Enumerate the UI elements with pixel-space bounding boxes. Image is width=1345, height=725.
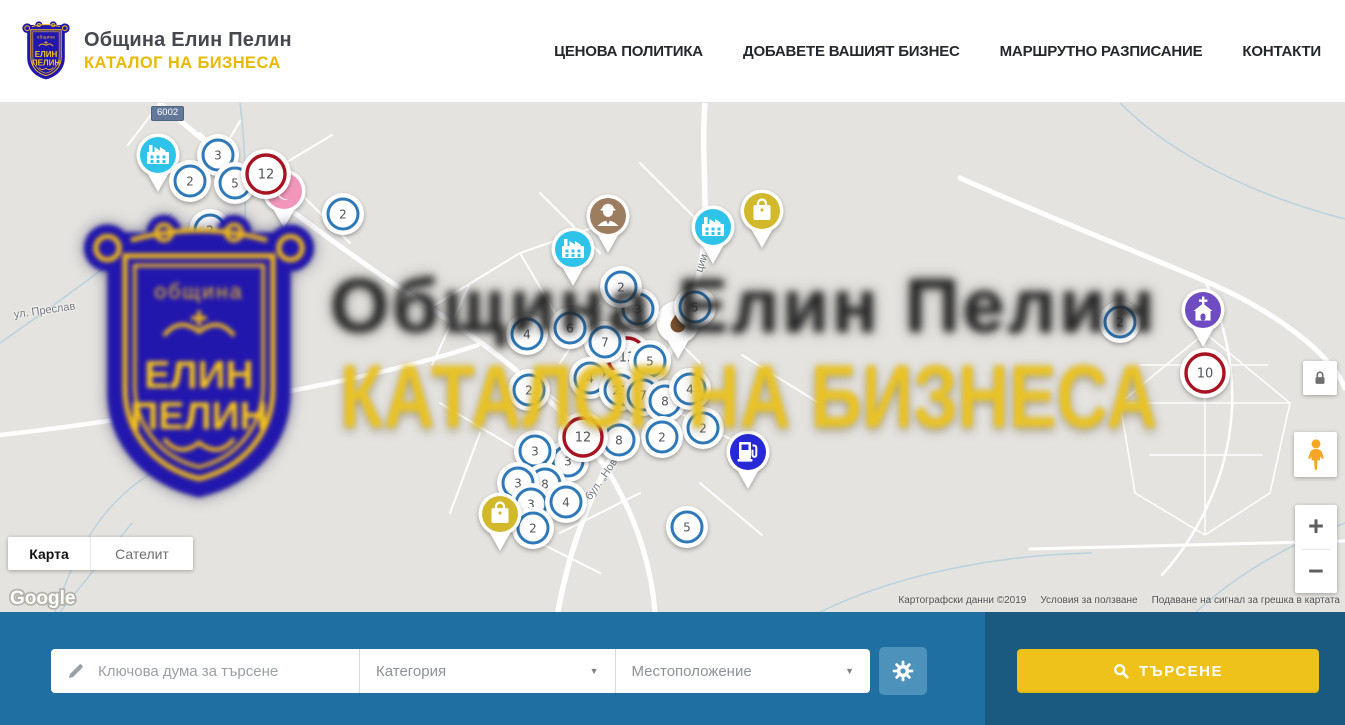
svg-text:ПЕЛИН: ПЕЛИН [32,58,60,67]
svg-text:4: 4 [562,495,570,509]
zoom-in-button[interactable]: + [1295,505,1337,549]
svg-text:5: 5 [231,176,239,190]
map-terms-link[interactable]: Условия за ползване [1040,595,1137,606]
site-logo[interactable]: община ЕЛИН ПЕЛИН Община Елин Пелин КАТА… [22,21,292,81]
map-pin-bag[interactable] [738,189,786,251]
map-pin-bag[interactable] [476,492,524,554]
location-select[interactable]: Местоположение ▼ [616,649,871,693]
chevron-down-icon: ▼ [845,666,854,676]
svg-text:12: 12 [258,167,275,182]
svg-text:5: 5 [683,520,691,534]
brand-subtitle: КАТАЛОГ НА БИЗНЕСА [84,54,292,73]
svg-text:8: 8 [615,433,623,447]
map-pin-factory[interactable] [549,227,597,289]
map-pin-factory[interactable] [689,205,737,267]
svg-text:6: 6 [566,321,574,335]
map-cluster-marker[interactable]: 2 [168,159,212,203]
main-nav: ЦЕНОВА ПОЛИТИКА ДОБАВЕТЕ ВАШИЯТ БИЗНЕС МАР… [514,43,1321,60]
svg-text:2: 2 [186,174,194,188]
svg-text:2: 2 [699,421,707,435]
map-cluster-marker[interactable]: 2 [681,406,725,450]
map-cluster-marker[interactable]: 4 [668,367,712,411]
map-cluster-marker[interactable]: 2 [321,192,365,236]
map-copyright: Картографски данни ©2019 [898,595,1026,606]
map-cluster-marker[interactable]: 5 [665,505,709,549]
svg-text:2: 2 [617,280,625,294]
map-pin-church[interactable] [1179,288,1227,350]
nav-item[interactable]: ЦЕНОВА ПОЛИТИКА [554,43,703,60]
brand-title: Община Елин Пелин [84,29,292,52]
svg-text:10: 10 [1197,366,1214,381]
svg-text:5: 5 [646,354,654,368]
nav-item[interactable]: МАРШРУТНО РАЗПИСАНИЕ [1000,43,1203,60]
map-cluster-marker[interactable]: 2 [640,415,684,459]
svg-text:3: 3 [531,444,539,458]
pegman-icon [1303,438,1329,472]
business-catalog-page: община ЕЛИН ПЕЛИН Община Елин Пелин КАТА… [0,0,1345,725]
map-cluster-marker[interactable]: 10 [1178,346,1232,400]
svg-text:4: 4 [686,382,694,396]
category-select-value: Категория [376,663,446,680]
keyword-input[interactable] [96,662,359,681]
map-type-map-button[interactable]: Карта [8,537,91,570]
svg-text:2: 2 [529,521,537,535]
svg-text:ЕЛИН: ЕЛИН [35,50,58,59]
municipality-crest-icon: община ЕЛИН ПЕЛИН [22,21,70,81]
svg-text:2: 2 [1116,315,1124,329]
search-button-label: ТЪРСЕНЕ [1139,663,1223,680]
street-view-pegman-button[interactable] [1294,432,1337,477]
map-type-satellite-button[interactable]: Сателит [91,537,193,570]
chevron-down-icon: ▼ [590,666,599,676]
map-cluster-marker[interactable]: 12 [239,147,293,201]
map-cluster-marker[interactable]: 4 [505,312,549,356]
category-select[interactable]: Категория ▼ [360,649,615,693]
map-cluster-marker[interactable]: 2 [1098,300,1142,344]
map-attribution: Картографски данни ©2019 Условия за ползв… [898,595,1340,606]
location-select-value: Местоположение [632,663,752,680]
road-number-badge: 6002 [151,106,184,121]
site-header: община ЕЛИН ПЕЛИН Община Елин Пелин КАТА… [0,0,1345,103]
svg-text:4: 4 [523,327,531,341]
brand-text: Община Елин Пелин КАТАЛОГ НА БИЗНЕСА [84,29,292,73]
svg-text:4: 4 [586,371,594,385]
svg-text:5: 5 [691,300,699,314]
map-cluster-marker[interactable]: 2 [599,265,643,309]
map-pin-fuel[interactable] [724,430,772,492]
svg-text:2: 2 [206,223,214,237]
svg-text:2: 2 [339,207,347,221]
pencil-icon [67,663,84,680]
map-cluster-marker[interactable]: 6 [548,306,592,350]
map-type-control: Карта Сателит [8,537,193,570]
svg-text:община: община [37,35,55,40]
google-logo-text: Google [10,588,75,609]
search-button[interactable]: ТЪРСЕНЕ [1017,649,1319,693]
nav-item[interactable]: ДОБАВЕТЕ ВАШИЯТ БИЗНЕС [743,43,960,60]
search-icon [1113,663,1129,679]
map-cluster-marker[interactable]: 12 [556,410,610,464]
search-bar-right-panel: ТЪРСЕНЕ [985,612,1345,725]
svg-text:2: 2 [525,383,533,397]
search-fields-group: Категория ▼ Местоположение ▼ [51,649,870,693]
google-logo[interactable]: Google [8,584,78,612]
search-bar: ТЪРСЕНЕ Категория ▼ Местоположение ▼ [0,612,1345,725]
svg-text:7: 7 [601,335,609,349]
advanced-settings-button[interactable] [879,647,927,695]
zoom-out-button[interactable]: − [1295,550,1337,594]
map-lock-button[interactable] [1303,361,1337,395]
svg-text:2: 2 [658,430,666,444]
map-cluster-marker[interactable]: 2 [507,368,551,412]
map-zoom-control: + − [1295,505,1337,593]
keyword-field[interactable] [51,649,359,693]
google-map[interactable]: 6002ул. Преславбул. „Новоселции 32512223… [0,103,1345,612]
map-report-error-link[interactable]: Подаване на сигнал за грешка в картата [1152,595,1340,606]
lock-icon [1311,369,1329,387]
map-cluster-marker[interactable]: 5 [673,285,717,329]
svg-text:12: 12 [575,430,592,445]
nav-item[interactable]: КОНТАКТИ [1242,43,1321,60]
map-cluster-marker[interactable]: 2 [188,208,232,252]
gear-icon [892,660,914,682]
